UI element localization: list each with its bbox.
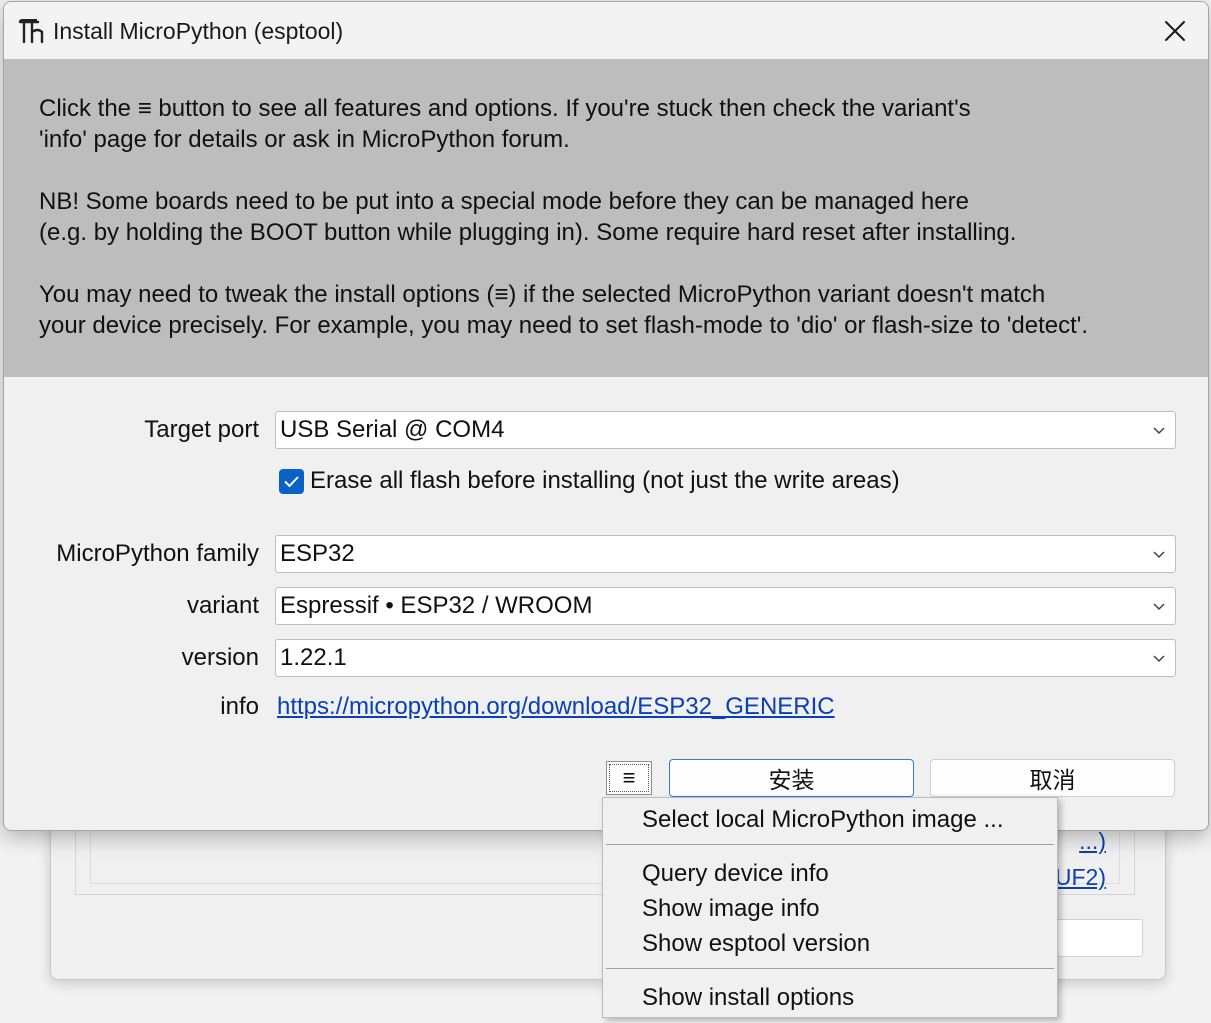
close-icon [1165, 20, 1185, 41]
intro-paragraph-3: You may need to tweak the install option… [39, 281, 1089, 339]
window-title: Install MicroPython (esptool) [53, 18, 344, 44]
target-port-select[interactable]: USB Serial @ COM4 [275, 411, 1176, 449]
menu-separator [606, 968, 1054, 969]
intro-panel: Click the ≡ button to see all features a… [4, 59, 1208, 377]
variant-label: variant [186, 592, 259, 619]
menu-item-show-image-info[interactable]: Show image info [642, 894, 819, 924]
menu-separator [606, 844, 1054, 845]
version-select[interactable]: 1.22.1 [275, 639, 1176, 677]
background-link-2[interactable]: UF2) [1055, 864, 1106, 890]
variant-select[interactable]: Espressif • ESP32 / WROOM [275, 587, 1176, 625]
focus-ring [609, 764, 649, 792]
info-link[interactable]: https://micropython.org/download/ESP32_G… [277, 692, 835, 722]
title-bar: Install MicroPython (esptool) [4, 2, 1208, 59]
target-port-value: USB Serial @ COM4 [280, 416, 505, 443]
version-label: version [181, 644, 259, 671]
erase-flash-checkbox[interactable] [279, 469, 304, 494]
checkmark-icon [284, 476, 299, 488]
menu-item-select-local-image[interactable]: Select local MicroPython image ... [642, 805, 1004, 835]
chevron-down-icon [1153, 603, 1165, 611]
family-label: MicroPython family [56, 540, 259, 567]
family-value: ESP32 [280, 540, 355, 567]
close-button[interactable] [1142, 2, 1208, 59]
intro-paragraph-1: Click the ≡ button to see all features a… [39, 95, 971, 153]
chevron-down-icon [1153, 655, 1165, 663]
options-menu-button[interactable]: ≡ [606, 761, 652, 795]
cancel-button[interactable]: 取消 [930, 759, 1175, 797]
info-label: info [220, 693, 259, 720]
intro-paragraph-2: NB! Some boards need to be put into a sp… [39, 188, 1017, 246]
menu-item-query-device-info[interactable]: Query device info [642, 859, 829, 889]
background-link-1[interactable]: ...) [1079, 828, 1106, 854]
thonny-app-icon [18, 19, 44, 44]
options-dropdown-menu: Select local MicroPython image ... Query… [602, 797, 1058, 1018]
variant-value: Espressif • ESP32 / WROOM [280, 592, 593, 619]
target-port-label: Target port [144, 416, 259, 443]
chevron-down-icon [1153, 551, 1165, 559]
menu-item-show-install-options[interactable]: Show install options [642, 983, 854, 1013]
menu-item-show-esptool-version[interactable]: Show esptool version [642, 929, 870, 959]
chevron-down-icon [1153, 427, 1165, 435]
version-value: 1.22.1 [280, 644, 347, 671]
erase-flash-label: Erase all flash before installing (not j… [310, 467, 900, 494]
install-dialog: Install MicroPython (esptool) Click the … [3, 1, 1209, 831]
family-select[interactable]: ESP32 [275, 535, 1176, 573]
install-button[interactable]: 安装 [669, 759, 914, 797]
